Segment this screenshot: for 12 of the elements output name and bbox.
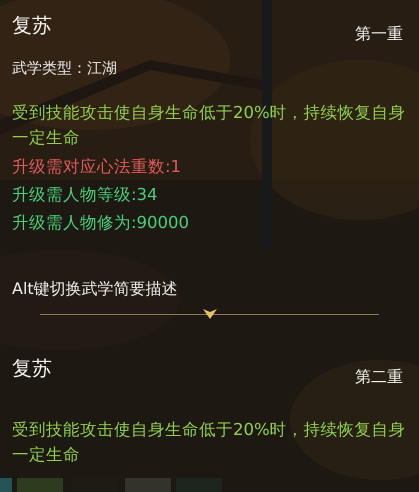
- arrow-down-icon: [202, 309, 216, 319]
- upgrade-requirement: 升级需对应心法重数:1: [12, 156, 182, 178]
- skill-rank: 第二重: [355, 367, 403, 387]
- upgrade-requirement: 升级需人物等级:34: [12, 184, 159, 206]
- skill-description: 受到技能攻击使自身生命低于20%时，持续恢复自身一定生命: [12, 419, 407, 466]
- hint-text: Alt键切换武学简要描述: [12, 279, 179, 299]
- skill-title: 复苏: [12, 355, 52, 381]
- skill-type: 武学类型：江湖: [12, 58, 118, 78]
- upgrade-requirement: 升级需人物修为:90000: [12, 212, 190, 234]
- skill-title: 复苏: [12, 12, 52, 38]
- skill-description: 受到技能攻击使自身生命低于20%时，持续恢复自身一定生命: [12, 102, 407, 149]
- skill-rank: 第一重: [355, 24, 403, 44]
